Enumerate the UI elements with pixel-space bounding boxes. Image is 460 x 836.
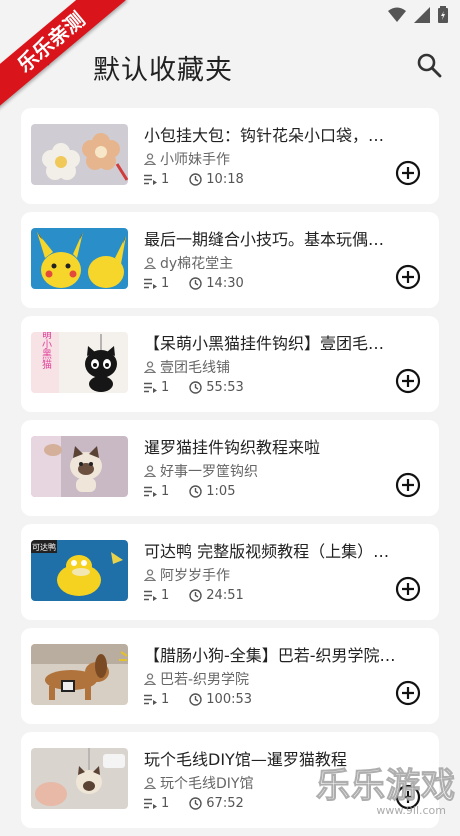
- video-meta: 1 24:51: [144, 588, 244, 603]
- add-circle-icon[interactable]: [395, 576, 421, 602]
- author-name: 巴若-织男学院: [160, 672, 250, 688]
- page-title: 默认收藏夹: [93, 55, 233, 86]
- video-title: 暹罗猫挂件钩织教程来啦: [144, 438, 321, 457]
- video-duration: 14:30: [206, 276, 244, 291]
- item-count: 1: [161, 484, 170, 499]
- video-meta: 1 1:05: [144, 484, 235, 499]
- person-icon: [144, 153, 156, 165]
- author-name: 玩个毛线DIY馆: [160, 776, 254, 792]
- video-duration: 10:18: [206, 172, 244, 187]
- video-thumbnail: 可达鸭: [31, 540, 128, 601]
- item-count: 1: [161, 380, 170, 395]
- add-circle-icon[interactable]: [395, 160, 421, 186]
- video-author: dy棉花堂主: [144, 253, 233, 273]
- video-card[interactable]: 暹罗猫挂件钩织教程来啦 好事一罗筐钩织 1 1:05: [21, 420, 439, 516]
- video-meta: 1 67:52: [144, 796, 244, 811]
- video-author: 好事一罗筐钩织: [144, 461, 258, 481]
- video-card[interactable]: 可达鸭 可达鸭 完整版视频教程（上集）… 阿岁岁手作 1 24:51: [21, 524, 439, 620]
- add-circle-icon[interactable]: [395, 264, 421, 290]
- video-card[interactable]: 最后一期缝合小技巧。基本玩偶… dy棉花堂主 1 14:30: [21, 212, 439, 308]
- video-meta: 1 10:18: [144, 172, 244, 187]
- person-icon: [144, 257, 156, 269]
- add-circle-icon[interactable]: [395, 368, 421, 394]
- add-circle-icon[interactable]: [395, 680, 421, 706]
- wifi-icon: [388, 7, 406, 22]
- video-author: 小师妹手作: [144, 149, 230, 169]
- item-count: 1: [161, 276, 170, 291]
- playlist-icon: [144, 590, 157, 601]
- video-thumbnail: [31, 644, 128, 705]
- video-author: 玩个毛线DIY馆: [144, 773, 253, 793]
- video-author: 壹团毛线铺: [144, 357, 230, 377]
- clock-icon: [189, 485, 202, 498]
- playlist-icon: [144, 382, 157, 393]
- search-icon[interactable]: [416, 52, 442, 78]
- watermark-url: www.9ll.com: [376, 804, 446, 817]
- person-icon: [144, 673, 156, 685]
- video-meta: 1 14:30: [144, 276, 244, 291]
- author-name: 好事一罗筐钩织: [160, 464, 258, 480]
- video-title: 【呆萌小黑猫挂件钩织】壹团毛…: [144, 334, 385, 353]
- favorites-list: 小包挂大包：钩针花朵小口袋，… 小师妹手作 1 10:18 最后一期缝合小技巧。…: [21, 108, 439, 836]
- author-name: dy棉花堂主: [160, 256, 234, 272]
- playlist-icon: [144, 278, 157, 289]
- clock-icon: [189, 173, 202, 186]
- item-count: 1: [161, 588, 170, 603]
- video-thumbnail: 软萌小黑猫: [31, 332, 128, 393]
- video-title: 可达鸭 完整版视频教程（上集）…: [144, 542, 390, 561]
- video-duration: 100:53: [206, 692, 253, 707]
- playlist-icon: [144, 486, 157, 497]
- playlist-icon: [144, 694, 157, 705]
- author-name: 壹团毛线铺: [160, 360, 230, 376]
- add-circle-icon[interactable]: [395, 472, 421, 498]
- video-title: 【腊肠小狗-全集】巴若-织男学院…: [144, 646, 396, 665]
- watermark-logo: 乐乐游戏: [316, 766, 456, 807]
- video-thumbnail: [31, 748, 128, 809]
- clock-icon: [189, 797, 202, 810]
- video-duration: 1:05: [206, 484, 236, 499]
- clock-icon: [189, 381, 202, 394]
- video-author: 阿岁岁手作: [144, 565, 230, 585]
- video-author: 巴若-织男学院: [144, 669, 249, 689]
- video-duration: 67:52: [206, 796, 244, 811]
- clock-icon: [189, 589, 202, 602]
- video-title: 最后一期缝合小技巧。基本玩偶…: [144, 230, 385, 249]
- video-duration: 24:51: [206, 588, 244, 603]
- playlist-icon: [144, 174, 157, 185]
- thumb-side-text: 软萌小黑猫: [40, 332, 52, 370]
- person-icon: [144, 465, 156, 477]
- video-title: 小包挂大包：钩针花朵小口袋，…: [144, 126, 385, 145]
- clock-icon: [189, 693, 202, 706]
- thumb-tag-text: 可达鸭: [32, 542, 56, 552]
- video-thumbnail: [31, 436, 128, 497]
- item-count: 1: [161, 796, 170, 811]
- video-card[interactable]: 软萌小黑猫 【呆萌小黑猫挂件钩织】壹团毛… 壹团毛线铺 1 55:53: [21, 316, 439, 412]
- video-meta: 1 100:53: [144, 692, 252, 707]
- video-meta: 1 55:53: [144, 380, 244, 395]
- battery-icon: [438, 6, 448, 23]
- playlist-icon: [144, 798, 157, 809]
- video-card[interactable]: 小包挂大包：钩针花朵小口袋，… 小师妹手作 1 10:18: [21, 108, 439, 204]
- video-thumbnail: [31, 228, 128, 289]
- item-count: 1: [161, 172, 170, 187]
- author-name: 阿岁岁手作: [160, 568, 230, 584]
- person-icon: [144, 361, 156, 373]
- video-thumbnail: [31, 124, 128, 185]
- clock-icon: [189, 277, 202, 290]
- person-icon: [144, 569, 156, 581]
- author-name: 小师妹手作: [160, 152, 230, 168]
- item-count: 1: [161, 692, 170, 707]
- video-duration: 55:53: [206, 380, 244, 395]
- signal-icon: [414, 6, 430, 23]
- person-icon: [144, 777, 156, 789]
- video-card[interactable]: 【腊肠小狗-全集】巴若-织男学院… 巴若-织男学院 1 100:53: [21, 628, 439, 724]
